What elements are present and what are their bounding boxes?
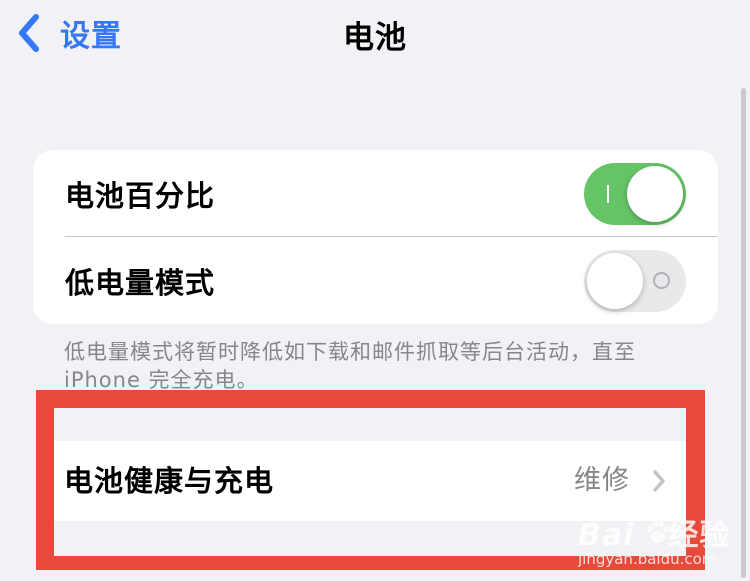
low-power-mode-label: 低电量模式 <box>65 265 216 300</box>
battery-health-label: 电池健康与充电 <box>64 464 275 498</box>
battery-percentage-toggle[interactable] <box>584 162 686 225</box>
baidu-watermark: Bai 经验 jingyan.baidu.com <box>578 510 738 574</box>
watermark-url: jingyan.baidu.com <box>578 550 717 568</box>
toggle-on-indicator-icon <box>607 184 609 203</box>
battery-health-row[interactable]: 电池健康与充电 维修 <box>54 441 686 521</box>
low-power-mode-row: 低电量模式 <box>33 237 718 324</box>
battery-settings-card: 电池百分比 低电量模式 <box>33 150 718 324</box>
low-power-mode-footnote: 低电量模式将暂时降低如下载和邮件抓取等后台活动，直至 iPhone 完全充电。 <box>64 340 636 392</box>
toggle-knob <box>587 252 643 309</box>
paw-icon <box>647 521 669 543</box>
low-power-mode-toggle[interactable] <box>584 249 686 312</box>
toggle-off-indicator-icon <box>653 271 670 289</box>
battery-health-status: 维修 <box>574 465 630 496</box>
battery-percentage-label: 电池百分比 <box>65 178 216 213</box>
chevron-right-icon <box>653 470 665 492</box>
toggle-knob <box>627 165 683 222</box>
page-title: 电池 <box>343 20 407 56</box>
scrollbar[interactable] <box>741 88 746 578</box>
battery-percentage-row: 电池百分比 <box>33 150 718 237</box>
